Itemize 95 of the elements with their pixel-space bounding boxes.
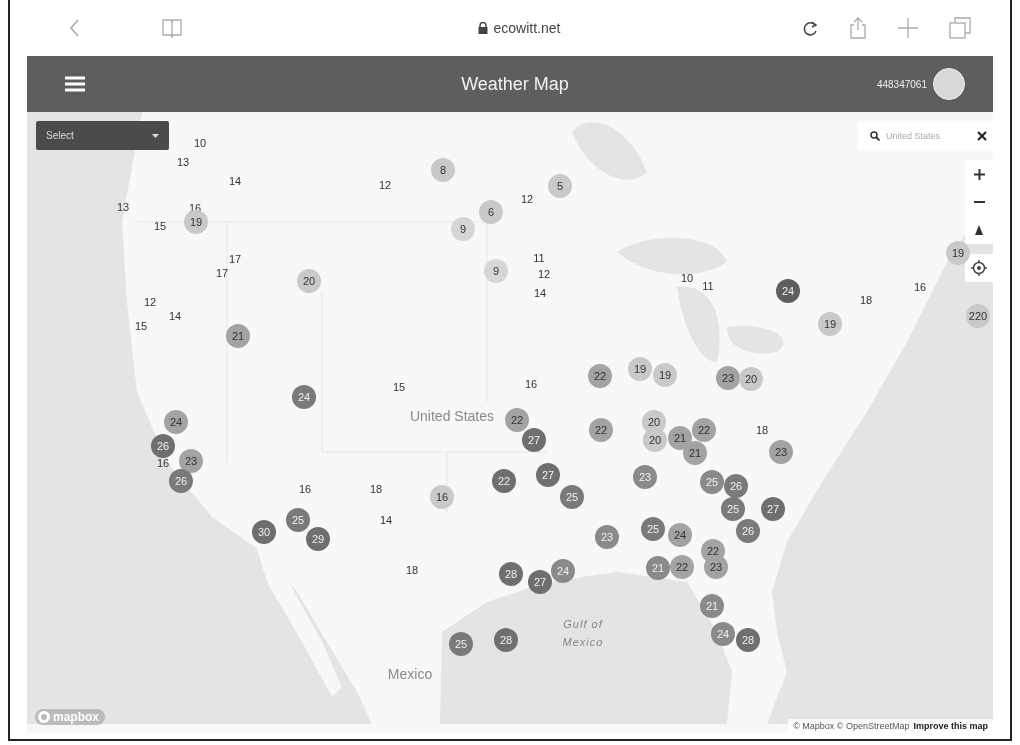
temperature-marker[interactable]: 22 — [692, 418, 716, 442]
temperature-marker[interactable]: 26 — [736, 519, 760, 543]
temperature-label[interactable]: 16 — [524, 378, 538, 390]
improve-map-link[interactable]: Improve this map — [913, 721, 988, 731]
locate-button[interactable] — [965, 254, 993, 282]
avatar-icon[interactable] — [933, 68, 965, 100]
temperature-marker[interactable]: 27 — [761, 497, 785, 521]
temperature-label[interactable]: 17 — [215, 267, 229, 279]
temperature-marker[interactable]: 22 — [505, 408, 529, 432]
country-label: Mexico — [387, 666, 433, 682]
temperature-label[interactable]: 16 — [298, 483, 312, 495]
caret-icon — [152, 133, 159, 138]
temperature-marker[interactable]: 23 — [179, 449, 203, 473]
temperature-label[interactable]: 12 — [520, 193, 534, 205]
lock-icon — [477, 22, 488, 34]
temperature-label[interactable]: 18 — [755, 424, 769, 436]
temperature-label[interactable]: 14 — [533, 287, 547, 299]
temperature-marker[interactable]: 29 — [306, 527, 330, 551]
temperature-label[interactable]: 18 — [859, 294, 873, 306]
temperature-marker[interactable]: 24 — [164, 410, 188, 434]
target-icon — [971, 260, 987, 276]
menu-icon[interactable] — [65, 76, 85, 92]
temperature-label[interactable]: 15 — [134, 320, 148, 332]
temperature-marker[interactable]: 22 — [492, 469, 516, 493]
temperature-marker[interactable]: 21 — [226, 324, 250, 348]
temperature-label[interactable]: 11 — [533, 252, 545, 264]
url-text[interactable]: ecowitt.net — [493, 20, 561, 36]
temperature-marker[interactable]: 27 — [528, 570, 552, 594]
temperature-marker[interactable]: 20 — [642, 410, 666, 434]
temperature-marker[interactable]: 26 — [151, 434, 175, 458]
temperature-marker[interactable]: 22 — [589, 418, 613, 442]
temperature-marker[interactable]: 5 — [548, 174, 572, 198]
temperature-marker[interactable]: 25 — [641, 517, 665, 541]
user-id[interactable]: 448347061 — [876, 78, 927, 90]
temperature-label[interactable]: 16 — [913, 281, 927, 293]
temperature-marker[interactable]: 24 — [776, 279, 800, 303]
select-dropdown[interactable]: Select — [36, 121, 169, 150]
plus-icon — [973, 168, 985, 180]
temperature-label[interactable]: 18 — [405, 564, 419, 576]
temperature-marker[interactable]: 25 — [286, 508, 310, 532]
temperature-marker[interactable]: 24 — [668, 523, 692, 547]
attribution-text: © Mapbox © OpenStreetMap — [793, 721, 910, 731]
temperature-label[interactable]: 12 — [537, 268, 551, 280]
temperature-marker[interactable]: 19 — [946, 241, 970, 265]
temperature-label[interactable]: 16 — [156, 457, 170, 469]
temperature-marker[interactable]: 19 — [628, 357, 652, 381]
temperature-label[interactable]: 12 — [143, 296, 157, 308]
temperature-label[interactable]: 14 — [228, 175, 242, 187]
temperature-marker[interactable]: 27 — [536, 463, 560, 487]
temperature-marker[interactable]: 6 — [479, 200, 503, 224]
reload-icon[interactable] — [801, 19, 819, 37]
page-title: Weather Map — [460, 73, 570, 95]
temperature-label[interactable]: 11 — [702, 280, 714, 292]
temperature-marker[interactable]: 23 — [716, 366, 740, 390]
search-icon — [870, 131, 880, 141]
temperature-marker[interactable]: 9 — [451, 217, 475, 241]
temperature-marker[interactable]: 8 — [431, 158, 455, 182]
temperature-marker[interactable]: 23 — [769, 440, 793, 464]
temperature-label[interactable]: 13 — [176, 156, 190, 168]
close-icon[interactable] — [977, 131, 987, 141]
temperature-marker[interactable]: 9 — [484, 259, 508, 283]
temperature-label[interactable]: 15 — [392, 381, 406, 393]
temperature-marker[interactable]: 27 — [522, 428, 546, 452]
temperature-marker[interactable]: 25 — [560, 485, 584, 509]
country-label: United States — [409, 408, 495, 424]
temperature-label[interactable]: 13 — [116, 201, 130, 213]
temperature-label[interactable]: 17 — [228, 253, 242, 265]
temperature-marker[interactable]: 22 — [588, 364, 612, 388]
temperature-marker[interactable]: 28 — [736, 628, 760, 652]
temperature-marker[interactable]: 19 — [653, 363, 677, 387]
minus-icon — [973, 201, 985, 203]
temperature-marker[interactable]: 20 — [643, 428, 667, 452]
sea-label: Gulf of Mexico — [561, 617, 605, 650]
temperature-marker[interactable]: 20 — [297, 269, 321, 293]
temperature-marker[interactable]: 23 — [704, 555, 728, 579]
temperature-marker[interactable]: 19 — [818, 312, 842, 336]
compass-icon — [975, 225, 983, 235]
temperature-label[interactable]: 14 — [168, 310, 182, 322]
temperature-marker[interactable]: 30 — [252, 520, 276, 544]
temperature-label[interactable]: 10 — [680, 272, 694, 284]
temperature-marker[interactable]: 22 — [670, 555, 694, 579]
temperature-label[interactable]: 15 — [153, 220, 167, 232]
temperature-marker[interactable]: 16 — [430, 485, 454, 509]
temperature-marker[interactable]: 26 — [724, 474, 748, 498]
temperature-marker[interactable]: 24 — [292, 385, 316, 409]
logo-icon — [37, 710, 51, 724]
temperature-label[interactable]: 12 — [378, 179, 392, 191]
temperature-label[interactable]: 18 — [369, 483, 383, 495]
temperature-label[interactable]: 14 — [379, 514, 393, 526]
temperature-marker[interactable]: 28 — [499, 562, 523, 586]
temperature-marker[interactable]: 21 — [668, 426, 692, 450]
temperature-marker[interactable]: 21 — [683, 441, 707, 465]
temperature-label[interactable]: 10 — [193, 137, 207, 149]
temperature-marker[interactable]: 20 — [739, 367, 763, 391]
temperature-marker[interactable]: 25 — [721, 497, 745, 521]
